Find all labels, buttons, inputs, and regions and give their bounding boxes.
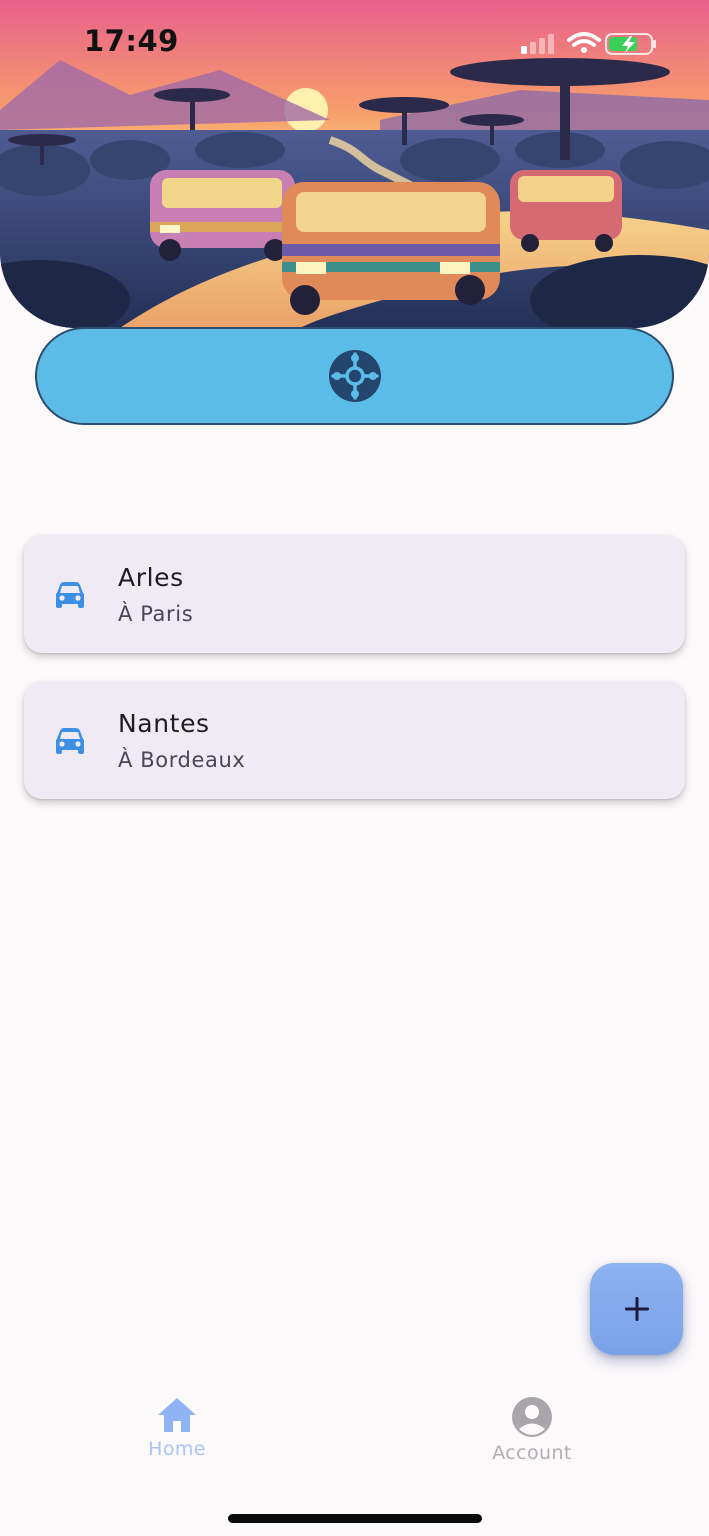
trip-origin: Nantes (118, 709, 210, 738)
trip-origin: Arles (118, 563, 184, 592)
home-icon (158, 1398, 196, 1432)
status-bar: 17:49 (0, 0, 709, 86)
status-time: 17:49 (84, 24, 179, 58)
nav-item-home[interactable]: Home (97, 1396, 257, 1472)
bottom-navigation: Home Account (0, 1382, 709, 1536)
hub-network-icon (328, 350, 381, 402)
signal-icon (521, 34, 554, 54)
nav-label-home: Home (148, 1438, 206, 1460)
trip-destination: À Paris (118, 602, 194, 626)
trip-list: Arles À Paris Nantes À Bordeaux (24, 535, 685, 827)
car-icon (56, 728, 84, 754)
trip-card[interactable]: Nantes À Bordeaux (24, 681, 685, 799)
hub-button[interactable] (35, 327, 674, 425)
wifi-icon (567, 32, 601, 53)
battery-charging-icon (605, 33, 656, 55)
add-trip-button[interactable] (590, 1263, 683, 1355)
nav-item-account[interactable]: Account (452, 1396, 612, 1472)
nav-label-account: Account (492, 1442, 572, 1464)
home-indicator (228, 1514, 482, 1523)
plus-icon (624, 1297, 649, 1321)
car-icon (56, 582, 84, 608)
trip-card[interactable]: Arles À Paris (24, 535, 685, 653)
account-circle-icon (512, 1397, 552, 1437)
trip-destination: À Bordeaux (118, 748, 246, 772)
header-illustration: 17:49 (0, 0, 709, 328)
status-icons (509, 28, 659, 58)
